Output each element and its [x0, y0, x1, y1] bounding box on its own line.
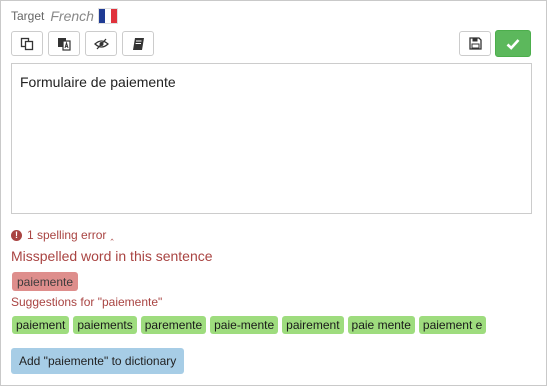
hide-eye-icon [93, 38, 109, 49]
suggestion-item[interactable]: paie mente [347, 316, 415, 334]
target-text-editor[interactable]: Formulaire de paiemente [11, 63, 532, 214]
chevron-up-icon: ‸ [110, 229, 114, 241]
target-label: Target [11, 9, 45, 23]
suggestion-item[interactable]: paremente [140, 316, 207, 334]
suggestion-item[interactable]: paiements [73, 316, 137, 334]
glossary-button[interactable] [122, 31, 154, 56]
suggestion-item[interactable]: pairement [282, 316, 344, 334]
copy-source-button[interactable] [11, 31, 43, 56]
floppy-disk-icon [468, 37, 482, 50]
spelling-errors-label: 1 spelling error [27, 228, 107, 242]
suggestions-title: Suggestions for "paiemente" [11, 295, 163, 309]
spelling-errors-toggle[interactable]: ! 1 spelling error ‸ [11, 228, 114, 242]
suggestion-item[interactable]: paiement e [418, 316, 487, 334]
translate-button[interactable] [48, 31, 80, 56]
target-language-name: French [50, 8, 94, 24]
suggestion-item[interactable]: paie-mente [210, 316, 279, 334]
translate-icon [58, 37, 71, 51]
misspelled-title: Misspelled word in this sentence [11, 248, 213, 264]
target-language-row: Target French [11, 7, 118, 25]
suggestion-item[interactable]: paiement [12, 316, 70, 334]
glossary-book-icon [132, 37, 144, 50]
checkmark-icon [506, 38, 520, 50]
editor-toolbar [11, 31, 159, 56]
hide-tags-button[interactable] [85, 31, 117, 56]
translation-panel: Target French Formulaire de paiemente ! … [0, 0, 547, 386]
copy-source-icon [20, 37, 34, 50]
exclamation-circle-icon: ! [11, 229, 22, 241]
save-button[interactable] [459, 31, 491, 56]
add-to-dictionary-button[interactable]: Add "paiemente" to dictionary [11, 348, 185, 374]
confirm-button[interactable] [495, 30, 531, 57]
suggestions-list: paiement paiements paremente paie-mente … [12, 316, 490, 334]
misspelled-word-badge[interactable]: paiemente [12, 272, 79, 291]
france-flag-icon [97, 8, 118, 24]
